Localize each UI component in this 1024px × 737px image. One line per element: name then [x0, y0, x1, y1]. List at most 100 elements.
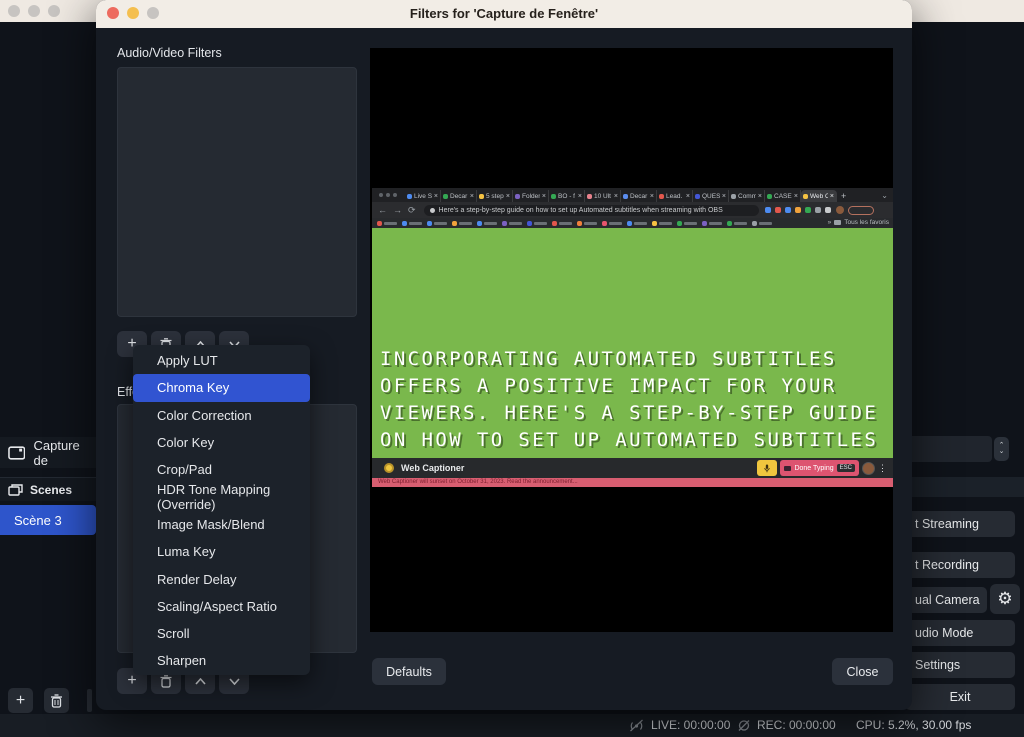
extension-icon[interactable] [805, 207, 811, 213]
extension-icon[interactable] [765, 207, 771, 213]
menu-item[interactable]: Image Mask/Blend [133, 511, 310, 538]
bookmark-item[interactable] [377, 221, 397, 226]
exit-button[interactable]: Exit [905, 684, 1015, 710]
browser-tab[interactable]: Web C × [801, 190, 837, 202]
microphone-button[interactable] [757, 460, 777, 476]
browser-update-pill[interactable] [848, 206, 874, 215]
studio-mode-button[interactable]: udio Mode [905, 620, 1015, 646]
tab-search-chevron-icon[interactable]: ⌄ [881, 191, 888, 200]
browser-profile-avatar[interactable] [836, 206, 844, 214]
menu-item[interactable]: Crop/Pad [133, 456, 310, 483]
menu-item[interactable]: Render Delay [133, 565, 310, 592]
add-scene-button[interactable]: + [8, 688, 33, 713]
bookmark-item[interactable] [652, 221, 672, 226]
bookmark-item[interactable] [702, 221, 722, 226]
extension-icon[interactable] [795, 207, 801, 213]
menu-item[interactable]: Sharpen [133, 647, 310, 674]
tab-close-icon[interactable]: × [434, 193, 438, 200]
sunset-banner[interactable]: Web Captioner will sunset on October 31,… [372, 478, 893, 487]
tab-close-icon[interactable]: × [506, 193, 510, 200]
menu-item[interactable]: Luma Key [133, 538, 310, 565]
tab-close-icon[interactable]: × [470, 193, 474, 200]
close-button[interactable]: Close [832, 658, 893, 685]
site-icon [430, 208, 435, 213]
bookmark-item[interactable] [527, 221, 547, 226]
browser-tab[interactable]: Decar × [441, 190, 477, 202]
browser-tab[interactable]: CASE × [765, 190, 801, 202]
scenes-panel-header[interactable]: Scenes [0, 477, 96, 501]
bookmark-item[interactable] [602, 221, 622, 226]
user-avatar[interactable] [862, 462, 875, 475]
browser-traffic-lights [379, 193, 397, 197]
tab-close-icon[interactable]: × [542, 193, 546, 200]
tab-close-icon[interactable]: × [578, 193, 582, 200]
defaults-button[interactable]: Defaults [372, 658, 446, 685]
bookmark-item[interactable] [502, 221, 522, 226]
tab-close-icon[interactable]: × [686, 193, 690, 200]
tab-label: Comm [738, 193, 756, 200]
start-recording-button[interactable]: t Recording [905, 552, 1015, 578]
extension-icon[interactable] [775, 207, 781, 213]
tab-close-icon[interactable]: × [614, 193, 618, 200]
zoom-icon[interactable] [48, 5, 60, 17]
close-icon[interactable] [8, 5, 20, 17]
extension-icon[interactable] [815, 207, 821, 213]
bookmark-item[interactable] [677, 221, 697, 226]
settings-button[interactable]: Settings [905, 652, 1015, 678]
done-typing-button[interactable]: Done Typing ESC [780, 460, 859, 476]
bookmark-item[interactable] [427, 221, 447, 226]
address-bar[interactable]: Here's a step-by-step guide on how to se… [424, 205, 759, 216]
menu-item[interactable]: Chroma Key [133, 374, 310, 401]
scene-item-selected[interactable]: Scène 3 [0, 505, 96, 535]
virtual-camera-settings-button[interactable]: ⚙ [990, 584, 1020, 614]
tab-close-icon[interactable]: × [722, 193, 726, 200]
bookmark-item[interactable] [477, 221, 497, 226]
remove-scene-button[interactable] [44, 688, 69, 713]
audio-video-filters-list[interactable] [117, 67, 357, 317]
browser-tab[interactable]: Comm × [729, 190, 765, 202]
browser-tab[interactable]: Lead. × [657, 190, 693, 202]
bookmark-item[interactable] [727, 221, 747, 226]
menu-item[interactable]: Scroll [133, 620, 310, 647]
bookmark-item[interactable] [452, 221, 472, 226]
tab-favicon [587, 194, 592, 199]
reload-icon[interactable]: ⟳ [408, 205, 416, 216]
new-tab-button[interactable]: + [841, 191, 846, 201]
source-item-capture-de-fenetre[interactable]: Capture de [0, 437, 96, 468]
back-icon[interactable]: ← [378, 205, 387, 215]
menu-item[interactable]: HDR Tone Mapping (Override) [133, 483, 310, 510]
browser-tab[interactable]: 5 step × [477, 190, 513, 202]
dock-splitter[interactable] [87, 689, 92, 712]
browser-tab[interactable]: QUES × [693, 190, 729, 202]
browser-tab[interactable]: BO - f × [549, 190, 585, 202]
extension-icon[interactable] [785, 207, 791, 213]
bookmarks-overflow[interactable]: » Tous les favoris [828, 219, 889, 226]
menu-item[interactable]: Apply LUT [133, 347, 310, 374]
extension-icon[interactable] [825, 207, 831, 213]
menu-item[interactable]: Color Key [133, 429, 310, 456]
browser-tab[interactable]: Decar × [621, 190, 657, 202]
bookmark-item[interactable] [752, 221, 772, 226]
bookmark-item[interactable] [577, 221, 597, 226]
bookmark-item[interactable] [552, 221, 572, 226]
transition-stepper[interactable]: ⌃ ⌄ [994, 437, 1009, 461]
start-streaming-button[interactable]: t Streaming [905, 511, 1015, 537]
bookmark-label [534, 222, 547, 225]
menu-item[interactable]: Color Correction [133, 402, 310, 429]
tab-close-icon[interactable]: × [794, 193, 798, 200]
bookmark-item[interactable] [402, 221, 422, 226]
forward-icon[interactable]: → [393, 205, 402, 215]
browser-tab[interactable]: Folder × [513, 190, 549, 202]
kebab-menu-icon[interactable]: ⋮ [878, 463, 887, 474]
tab-close-icon[interactable]: × [758, 193, 762, 200]
minimize-icon[interactable] [28, 5, 40, 17]
bookmark-item[interactable] [627, 221, 647, 226]
extension-icons[interactable] [765, 207, 831, 213]
main-window-traffic-lights[interactable] [8, 5, 60, 17]
tab-close-icon[interactable]: × [830, 193, 834, 200]
tab-close-icon[interactable]: × [650, 193, 654, 200]
browser-tab[interactable]: Live S × [405, 190, 441, 202]
menu-item[interactable]: Scaling/Aspect Ratio [133, 593, 310, 620]
virtual-camera-button[interactable]: ual Camera [905, 587, 987, 613]
browser-tab[interactable]: 10 Ult × [585, 190, 621, 202]
